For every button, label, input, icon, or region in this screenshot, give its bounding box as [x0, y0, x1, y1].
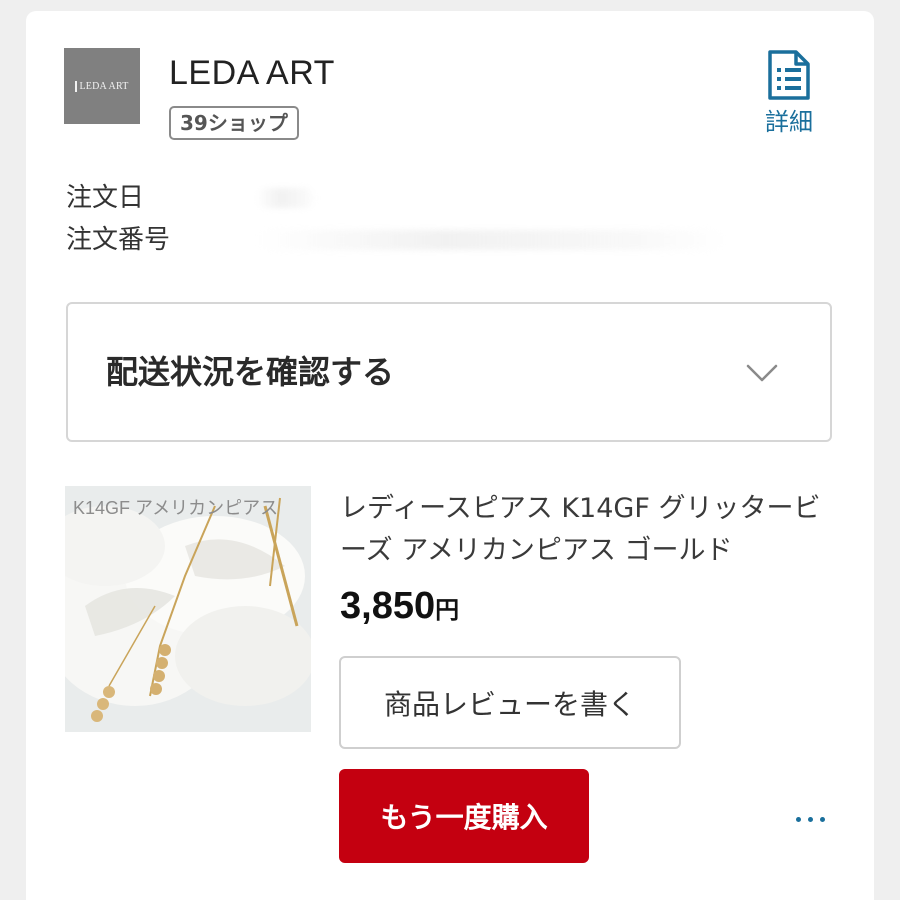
delivery-status-dropdown[interactable]: 配送状況を確認する	[66, 302, 832, 442]
write-review-label: 商品レビューを書く	[383, 687, 636, 721]
write-review-button[interactable]: 商品レビューを書く	[339, 656, 681, 749]
order-meta: 注文日 注文番号	[66, 177, 726, 261]
delivery-status-label: 配送状況を確認する	[106, 353, 395, 391]
order-number-label: 注文番号	[66, 225, 171, 255]
product-image[interactable]: K14GF アメリカンピアス	[65, 486, 311, 732]
detail-button[interactable]: 詳細	[752, 49, 826, 149]
order-card: LEDA ART LEDA ART 39ショップ 詳細 注文日 注文番号 配送状…	[26, 11, 874, 900]
detail-label: 詳細	[765, 108, 813, 136]
price-unit: 円	[435, 597, 460, 624]
product-title[interactable]: レディースピアス K14GF グリッタービーズ アメリカンピアス ゴールド	[340, 488, 840, 572]
order-date-label: 注文日	[66, 183, 145, 213]
shop-badge: 39ショップ	[169, 106, 299, 140]
buy-again-button[interactable]: もう一度購入	[339, 769, 589, 863]
shop-logo[interactable]: LEDA ART	[64, 48, 140, 124]
buy-again-label: もう一度購入	[380, 801, 548, 834]
more-horizontal-icon[interactable]	[788, 801, 832, 837]
product-price: 3,850円	[340, 583, 459, 637]
product-image-caption: K14GF アメリカンピアス	[73, 498, 279, 518]
price-amount: 3,850	[340, 585, 436, 627]
shop-name[interactable]: LEDA ART	[169, 53, 335, 93]
order-date-redacted	[256, 188, 316, 208]
order-number-redacted	[256, 230, 726, 250]
chevron-down-icon	[746, 364, 778, 386]
document-list-icon	[766, 49, 812, 101]
shop-logo-text: LEDA ART	[75, 80, 128, 92]
